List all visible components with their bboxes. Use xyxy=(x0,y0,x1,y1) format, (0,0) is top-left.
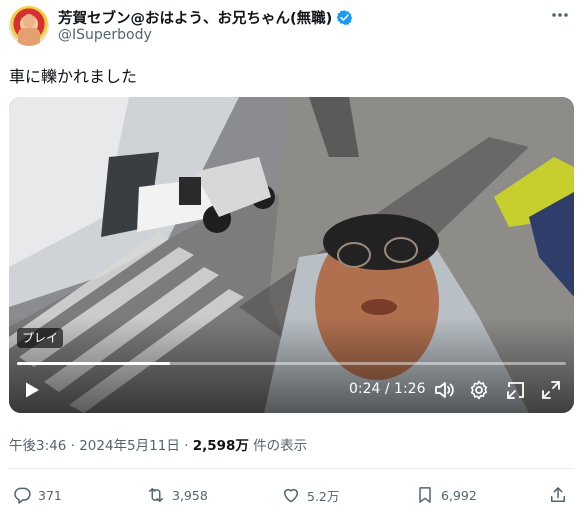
like-button[interactable]: 5.2万 xyxy=(281,485,339,505)
bookmark-count: 6,992 xyxy=(441,487,477,503)
picture-in-picture-icon[interactable] xyxy=(505,379,527,401)
video-time: 0:24 / 1:26 xyxy=(349,381,426,397)
heart-icon xyxy=(284,488,298,503)
tweet-card: 芳賀セブン@おはよう、お兄ちゃん(無職) @ISuperbody 車に轢かれまし… xyxy=(0,0,587,512)
avatar-body xyxy=(18,28,40,46)
play-badge: プレイ xyxy=(17,328,64,348)
views-count: 2,598万 xyxy=(192,438,249,454)
share-button[interactable] xyxy=(548,485,568,505)
share-icon xyxy=(551,487,565,502)
avatar[interactable] xyxy=(9,6,49,46)
divider xyxy=(9,468,574,469)
more-options-icon[interactable] xyxy=(548,6,572,24)
reply-button[interactable]: 371 xyxy=(12,485,62,505)
views-label: 件の表示 xyxy=(248,438,308,454)
video-controls: 0:24 / 1:26 xyxy=(9,375,574,405)
verified-badge-icon xyxy=(336,9,353,25)
bookmark-button[interactable]: 6,992 xyxy=(415,485,477,505)
volume-icon[interactable] xyxy=(433,379,455,401)
display-name[interactable]: 芳賀セブン@おはよう、お兄ちゃん(無職) xyxy=(58,7,332,28)
retweet-count: 3,958 xyxy=(172,487,208,503)
bookmark-icon xyxy=(419,487,431,503)
timestamp[interactable]: 午後3:46 · 2024年5月11日 · xyxy=(9,438,193,454)
reply-icon xyxy=(14,487,31,504)
video-player[interactable]: プレイ 0:24 / 1:26 xyxy=(9,97,574,413)
avatar-face xyxy=(23,14,35,28)
play-icon[interactable] xyxy=(22,380,42,400)
tweet-text: 車に轢かれました xyxy=(9,67,138,86)
reply-count: 371 xyxy=(38,487,62,503)
fullscreen-icon[interactable] xyxy=(540,379,562,401)
like-count: 5.2万 xyxy=(307,488,340,504)
video-progress-fill xyxy=(17,362,171,365)
tweet-meta: 午後3:46 · 2024年5月11日 · 2,598万 件の表示 xyxy=(9,434,307,454)
video-frame-image xyxy=(9,97,574,413)
video-progress-bar[interactable] xyxy=(17,362,566,365)
author-handle[interactable]: @ISuperbody xyxy=(58,27,152,43)
settings-icon[interactable] xyxy=(468,379,490,401)
retweet-button[interactable]: 3,958 xyxy=(146,485,208,505)
author-name-row: 芳賀セブン@おはよう、お兄ちゃん(無職) xyxy=(58,7,353,27)
retweet-icon xyxy=(149,488,163,502)
